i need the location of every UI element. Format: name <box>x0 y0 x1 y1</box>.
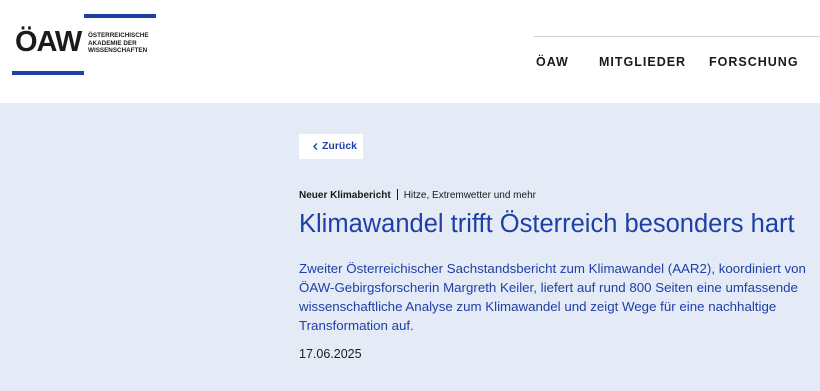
article-hero: Zurück Neuer Klimabericht Hitze, Extremwe… <box>0 103 820 391</box>
article-date: 17.06.2025 <box>299 347 362 361</box>
nav-item-oeaw[interactable]: ÖAW <box>536 55 569 69</box>
nav-item-forschung[interactable]: FORSCHUNG <box>709 55 799 69</box>
back-button[interactable]: Zurück <box>299 134 363 159</box>
logo-line-3: WISSENSCHAFTEN <box>88 47 148 55</box>
site-header: ÖAW ÖSTERREICHISCHE AKADEMIE DER WISSENS… <box>0 0 820 103</box>
nav-divider <box>534 36 820 37</box>
logo-accent-bar-top <box>84 14 156 18</box>
back-button-label: Zurück <box>322 140 358 152</box>
article-title: Klimawandel trifft Österreich besonders … <box>299 210 795 238</box>
nav-item-mitglieder[interactable]: MITGLIEDER <box>599 55 686 69</box>
article-kicker: Neuer Klimabericht Hitze, Extremwetter un… <box>299 189 536 201</box>
logo-line-2: AKADEMIE DER <box>88 39 137 47</box>
kicker-topic: Hitze, Extremwetter und mehr <box>403 190 536 201</box>
logo-mark: ÖAW <box>15 26 82 58</box>
logo-line-1: ÖSTERREICHISCHE <box>88 32 149 39</box>
main-nav: ÖAW MITGLIEDER FORSCHUNG <box>0 55 820 75</box>
chevron-left-icon <box>313 143 318 150</box>
logo-wordmark: ÖSTERREICHISCHE AKADEMIE DER WISSENSCHAF… <box>88 32 160 55</box>
article-lead: Zweiter Österreichischer Sachstandsberic… <box>299 261 806 333</box>
kicker-category: Neuer Klimabericht <box>299 190 391 201</box>
kicker-separator <box>396 189 398 200</box>
